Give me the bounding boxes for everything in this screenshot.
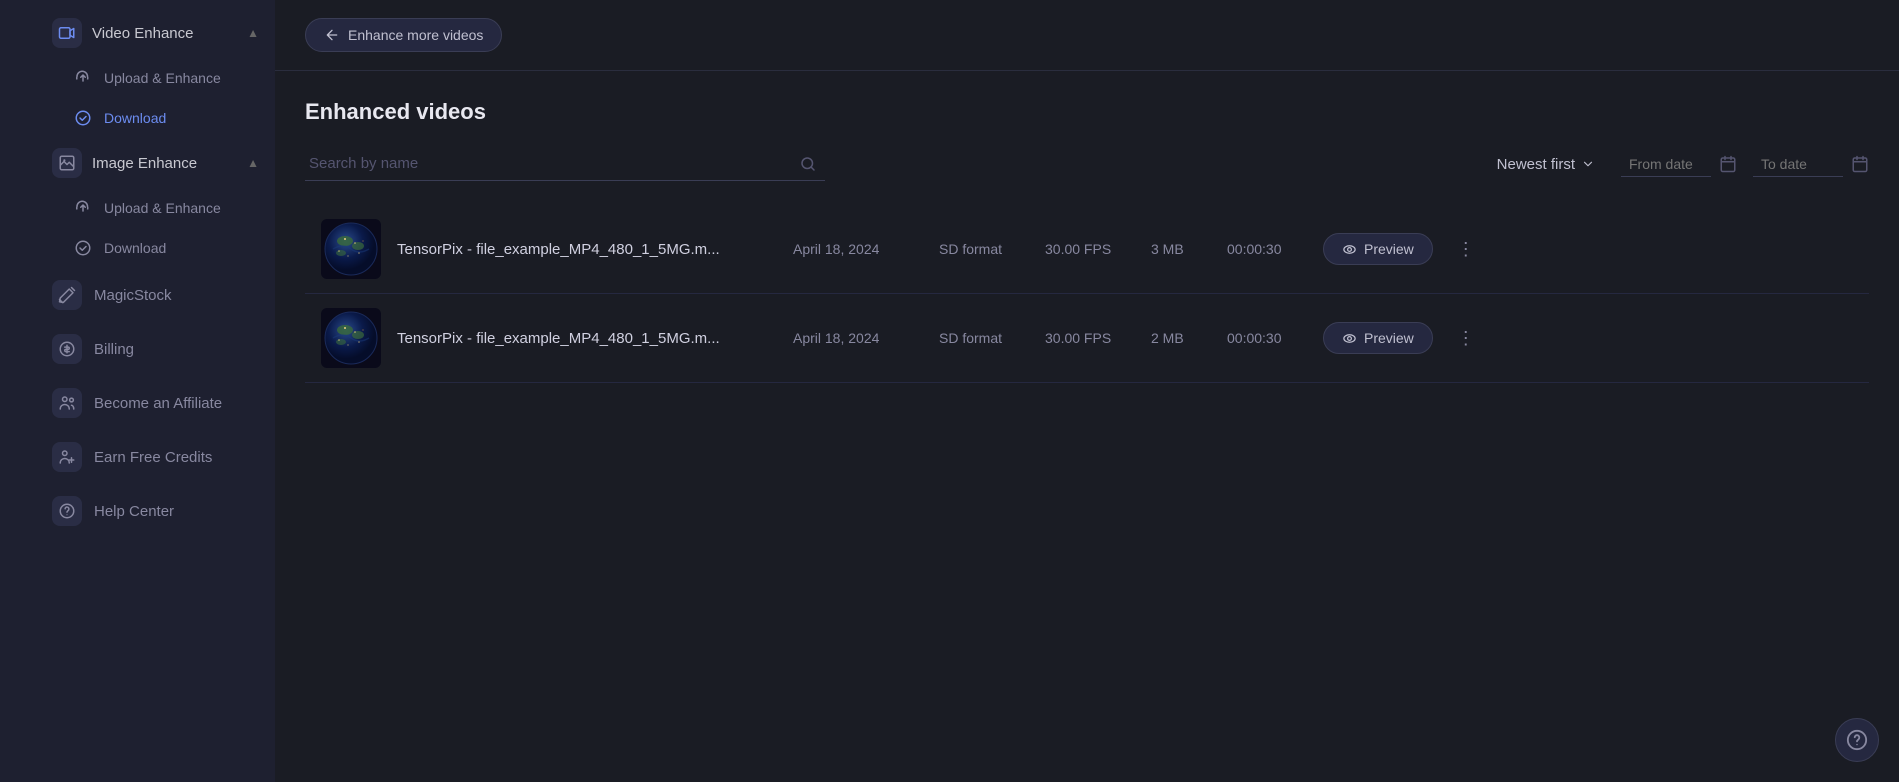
wand-icon [58, 286, 76, 304]
sidebar-section-video: Video Enhance ▲ Upload & Enhance Downloa… [0, 8, 275, 138]
chevron-down-icon [1581, 157, 1595, 171]
cloud-upload-icon [72, 67, 94, 89]
sidebar-item-credits[interactable]: Earn Free Credits [0, 430, 275, 484]
video-name: TensorPix - file_example_MP4_480_1_5MG.m… [397, 330, 777, 347]
credits-icon-badge [52, 442, 82, 472]
from-date-input[interactable] [1621, 152, 1711, 177]
circle-check-icon-2 [72, 237, 94, 259]
dollar-icon-badge [52, 334, 82, 364]
preview-button[interactable]: Preview [1323, 233, 1433, 265]
sidebar-item-image-enhance[interactable]: Image Enhance ▲ [0, 138, 275, 188]
calendar-icon-from[interactable] [1719, 155, 1737, 173]
video-enhance-icon-badge [52, 18, 82, 48]
video-size: 3 MB [1151, 241, 1211, 257]
video-fps: 30.00 FPS [1045, 241, 1135, 257]
search-icon [799, 155, 817, 173]
video-thumbnail [321, 219, 381, 279]
sidebar-label-help: Help Center [94, 503, 174, 520]
affiliate-icon-badge [52, 388, 82, 418]
preview-label: Preview [1364, 241, 1414, 257]
circle-check-icon [72, 107, 94, 129]
help-icon-badge [52, 496, 82, 526]
earth-thumbnail-2 [323, 310, 379, 366]
dollar-icon [58, 340, 76, 358]
sidebar-item-affiliate[interactable]: Become an Affiliate [0, 376, 275, 430]
sidebar-label-image-download: Download [104, 240, 166, 256]
wand-icon-badge [52, 280, 82, 310]
sort-label: Newest first [1497, 156, 1575, 173]
users-plus-icon [58, 448, 76, 466]
sidebar-label-video-enhance: Video Enhance [92, 25, 193, 42]
help-fab-icon [1846, 729, 1868, 751]
video-duration: 00:00:30 [1227, 330, 1307, 346]
eye-icon-2 [1342, 331, 1357, 346]
arrow-left-icon [324, 27, 340, 43]
preview-button-2[interactable]: Preview [1323, 322, 1433, 354]
image-icon [58, 154, 76, 172]
chevron-up-icon: ▲ [247, 26, 259, 40]
sidebar-label-image-enhance: Image Enhance [92, 155, 197, 172]
sidebar-item-video-download[interactable]: Download [0, 98, 275, 138]
sidebar-label-credits: Earn Free Credits [94, 449, 212, 466]
video-icon [58, 24, 76, 42]
date-filter-to [1753, 152, 1869, 177]
video-fps: 30.00 FPS [1045, 330, 1135, 346]
sort-dropdown[interactable]: Newest first [1487, 150, 1605, 179]
video-date: April 18, 2024 [793, 330, 923, 346]
sidebar-item-magicstock[interactable]: MagicStock [0, 268, 275, 322]
sidebar-label-magicstock: MagicStock [94, 287, 172, 304]
sidebar: Video Enhance ▲ Upload & Enhance Downloa… [0, 0, 275, 782]
preview-label-2: Preview [1364, 330, 1414, 346]
search-box [305, 147, 825, 181]
sidebar-label-video-download: Download [104, 110, 166, 126]
search-input[interactable] [305, 147, 825, 181]
content-area: Enhanced videos Newest first [275, 71, 1899, 782]
date-filter-from [1621, 152, 1737, 177]
help-fab-button[interactable] [1835, 718, 1879, 762]
video-duration: 00:00:30 [1227, 241, 1307, 257]
main-area: Enhance more videos Enhanced videos Newe… [275, 0, 1899, 782]
sidebar-label-affiliate: Become an Affiliate [94, 395, 222, 412]
users-icon [58, 394, 76, 412]
sidebar-item-image-download[interactable]: Download [0, 228, 275, 268]
page-title: Enhanced videos [305, 99, 1869, 125]
more-options-button-2[interactable]: ⋮ [1449, 324, 1483, 353]
video-date: April 18, 2024 [793, 241, 923, 257]
sidebar-section-image: Image Enhance ▲ Upload & Enhance Downloa… [0, 138, 275, 268]
table-row: TensorPix - file_example_MP4_480_1_5MG.m… [305, 205, 1869, 294]
sidebar-item-billing[interactable]: Billing [0, 322, 275, 376]
sidebar-label-video-upload: Upload & Enhance [104, 70, 221, 86]
question-icon [58, 502, 76, 520]
enhance-more-label: Enhance more videos [348, 27, 483, 43]
sidebar-label-billing: Billing [94, 341, 134, 358]
filter-bar: Newest first [305, 147, 1869, 181]
video-format: SD format [939, 241, 1029, 257]
sidebar-item-help[interactable]: Help Center [0, 484, 275, 538]
chevron-up-icon-2: ▲ [247, 156, 259, 170]
video-format: SD format [939, 330, 1029, 346]
sidebar-item-video-upload[interactable]: Upload & Enhance [0, 58, 275, 98]
image-enhance-icon-badge [52, 148, 82, 178]
sidebar-item-image-upload[interactable]: Upload & Enhance [0, 188, 275, 228]
video-name: TensorPix - file_example_MP4_480_1_5MG.m… [397, 241, 777, 258]
earth-thumbnail [323, 221, 379, 277]
enhance-more-videos-button[interactable]: Enhance more videos [305, 18, 502, 52]
video-size: 2 MB [1151, 330, 1211, 346]
table-row: TensorPix - file_example_MP4_480_1_5MG.m… [305, 294, 1869, 383]
video-table: TensorPix - file_example_MP4_480_1_5MG.m… [305, 205, 1869, 383]
sidebar-label-image-upload: Upload & Enhance [104, 200, 221, 216]
video-thumbnail [321, 308, 381, 368]
sidebar-item-video-enhance[interactable]: Video Enhance ▲ [0, 8, 275, 58]
calendar-icon-to[interactable] [1851, 155, 1869, 173]
to-date-input[interactable] [1753, 152, 1843, 177]
topbar: Enhance more videos [275, 0, 1899, 71]
cloud-upload-icon-2 [72, 197, 94, 219]
more-options-button[interactable]: ⋮ [1449, 235, 1483, 264]
eye-icon [1342, 242, 1357, 257]
